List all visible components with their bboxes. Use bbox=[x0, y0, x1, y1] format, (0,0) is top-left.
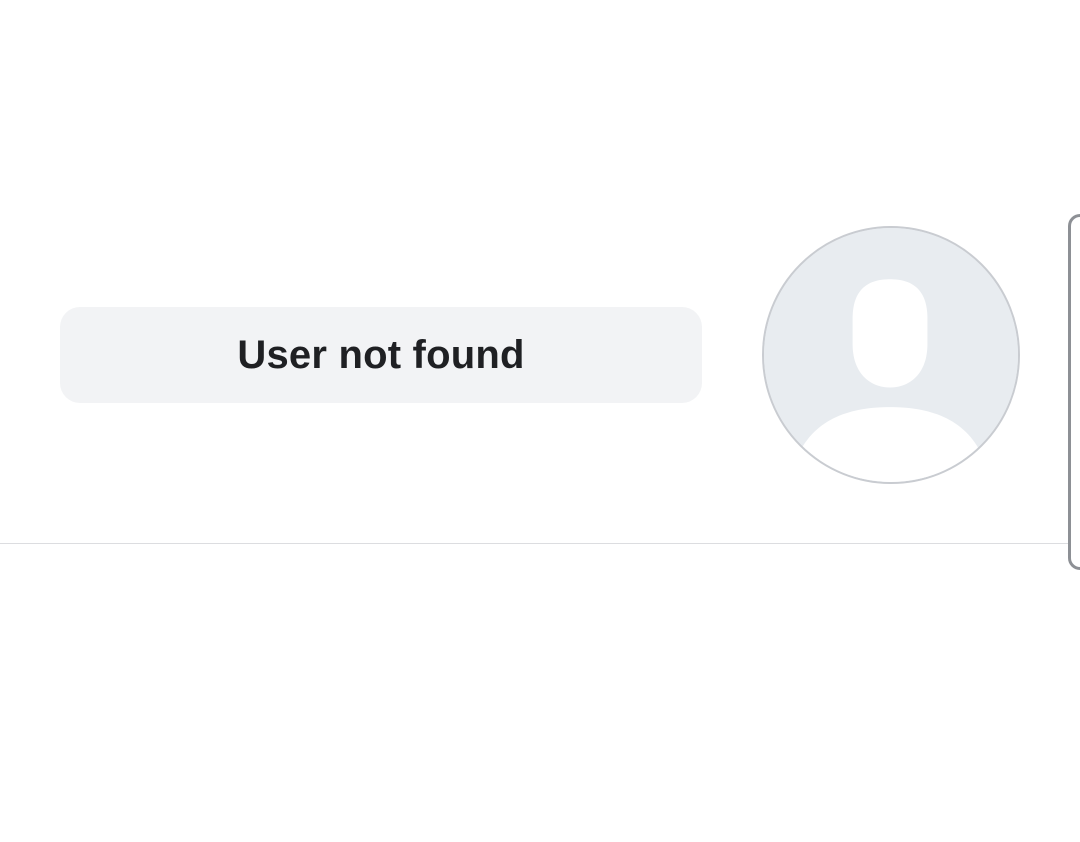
user-not-found-badge: User not found bbox=[60, 307, 702, 403]
profile-page: User not found bbox=[0, 0, 1080, 842]
avatar[interactable] bbox=[762, 226, 1020, 484]
default-avatar-icon bbox=[764, 228, 1018, 482]
side-panel-edge[interactable] bbox=[1068, 214, 1080, 570]
status-text: User not found bbox=[237, 332, 525, 377]
divider bbox=[0, 543, 1070, 544]
